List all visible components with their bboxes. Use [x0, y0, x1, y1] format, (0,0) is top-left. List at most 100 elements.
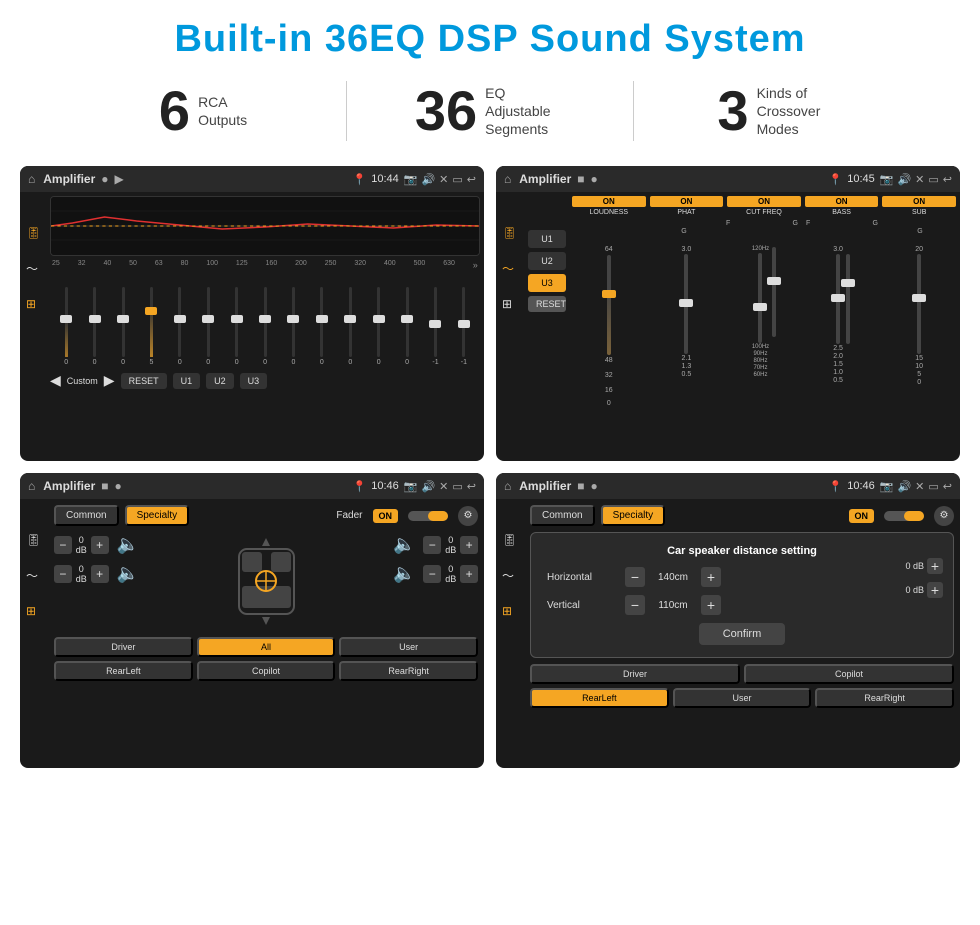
- wave-icon[interactable]: 〜: [26, 260, 41, 277]
- fader-rearleft-btn[interactable]: RearLeft: [54, 661, 193, 681]
- eq-u3-btn[interactable]: U3: [240, 373, 268, 389]
- dot-icon-7: ●: [591, 479, 598, 493]
- speaker-split-icon[interactable]: ⊞: [26, 297, 41, 311]
- fader-common-tab[interactable]: Common: [54, 505, 119, 526]
- home-icon[interactable]: ⌂: [28, 172, 35, 186]
- dist-settings-btn[interactable]: ⚙: [934, 506, 954, 526]
- fader-driver-btn[interactable]: Driver: [54, 637, 193, 657]
- dist-horizontal-row: Horizontal − 140cm +: [547, 567, 937, 587]
- speaker-split-icon-4[interactable]: ⊞: [502, 604, 517, 618]
- dist-common-tab[interactable]: Common: [530, 505, 595, 526]
- back-icon[interactable]: ↩: [467, 173, 476, 186]
- volume-icon-4[interactable]: 🔊: [897, 480, 911, 493]
- loudness-on-btn[interactable]: ON: [572, 196, 646, 207]
- dot-icon-4: ■: [101, 479, 108, 493]
- volume-icon[interactable]: 🔊: [421, 173, 435, 186]
- phat-on-btn[interactable]: ON: [650, 196, 724, 207]
- window-icon-2[interactable]: ▭: [928, 173, 938, 186]
- sub-on-btn[interactable]: ON: [882, 196, 956, 207]
- dist-toggle[interactable]: [884, 511, 924, 521]
- stat-eq: 36 EQ AdjustableSegments: [347, 83, 633, 139]
- fader-rr-plus[interactable]: +: [460, 536, 478, 554]
- cross-u1-btn[interactable]: U1: [528, 230, 566, 248]
- camera-icon-4[interactable]: 📷: [880, 480, 894, 493]
- fader-rearright-btn[interactable]: RearRight: [339, 661, 478, 681]
- cross-content: 🎚 〜 ⊞ U1 U2 U3 RESET O: [496, 192, 960, 461]
- cross-u3-btn[interactable]: U3: [528, 274, 566, 292]
- dist-horizontal-minus[interactable]: −: [625, 567, 645, 587]
- eq-reset-btn[interactable]: RESET: [121, 373, 167, 389]
- stat-rca-number: 6: [159, 83, 190, 139]
- wave-icon-3[interactable]: 〜: [26, 567, 41, 584]
- fader-user-btn[interactable]: User: [339, 637, 478, 657]
- volume-icon-2[interactable]: 🔊: [897, 173, 911, 186]
- cross-u2-btn[interactable]: U2: [528, 252, 566, 270]
- dist-vertical-plus[interactable]: +: [701, 595, 721, 615]
- dist-driver-btn[interactable]: Driver: [530, 664, 740, 684]
- home-icon-4[interactable]: ⌂: [504, 479, 511, 493]
- eq-bottom-bar: ◀ Custom ▶ RESET U1 U2 U3: [50, 372, 480, 389]
- wave-icon-4[interactable]: 〜: [502, 567, 517, 584]
- fader-all-btn[interactable]: All: [197, 637, 336, 657]
- camera-icon[interactable]: 📷: [404, 173, 418, 186]
- camera-icon-3[interactable]: 📷: [404, 480, 418, 493]
- eq-icon-4[interactable]: 🎚: [502, 533, 517, 547]
- dist-rearright-btn[interactable]: RearRight: [815, 688, 954, 708]
- close-icon-3[interactable]: ✕: [439, 480, 448, 493]
- eq-freq-labels: 25 32 40 50 63 80 100 125 160 200 250 32…: [50, 260, 480, 270]
- dist-copilot-btn[interactable]: Copilot: [744, 664, 954, 684]
- fader-rl-plus[interactable]: +: [91, 565, 109, 583]
- dist-vertical-minus[interactable]: −: [625, 595, 645, 615]
- confirm-button[interactable]: Confirm: [699, 623, 786, 645]
- dist-specialty-tab[interactable]: Specialty: [601, 505, 666, 526]
- cross-reset-btn[interactable]: RESET: [528, 296, 566, 312]
- dist-right-controls: 0 dB + 0 dB +: [905, 558, 943, 598]
- dot-icon-5: ●: [115, 479, 122, 493]
- close-icon[interactable]: ✕: [439, 173, 448, 186]
- speaker-split-icon-3[interactable]: ⊞: [26, 604, 41, 618]
- eq-prev-btn[interactable]: ◀: [50, 372, 61, 389]
- location-icon-4: 📍: [829, 480, 843, 493]
- window-icon-4[interactable]: ▭: [928, 480, 938, 493]
- fader-rrb-plus[interactable]: +: [460, 565, 478, 583]
- close-icon-4[interactable]: ✕: [915, 480, 924, 493]
- back-icon-3[interactable]: ↩: [467, 480, 476, 493]
- dist-db1-plus[interactable]: +: [927, 558, 943, 574]
- eq-next-btn[interactable]: ▶: [104, 372, 115, 389]
- fader-rrb-minus[interactable]: −: [423, 565, 441, 583]
- fader-ll-plus[interactable]: +: [91, 536, 109, 554]
- back-icon-2[interactable]: ↩: [943, 173, 952, 186]
- fader-settings-btn[interactable]: ⚙: [458, 506, 478, 526]
- dist-horizontal-plus[interactable]: +: [701, 567, 721, 587]
- bass-on-btn[interactable]: ON: [805, 196, 879, 207]
- back-icon-4[interactable]: ↩: [943, 480, 952, 493]
- camera-icon-2[interactable]: 📷: [880, 173, 894, 186]
- close-icon-2[interactable]: ✕: [915, 173, 924, 186]
- home-icon-3[interactable]: ⌂: [28, 479, 35, 493]
- fader-rr-minus[interactable]: −: [423, 536, 441, 554]
- eq-icon-3[interactable]: 🎚: [26, 533, 41, 547]
- volume-icon-3[interactable]: 🔊: [421, 480, 435, 493]
- window-icon-3[interactable]: ▭: [452, 480, 462, 493]
- eq-icon-2[interactable]: 🎚: [502, 226, 517, 240]
- fader-copilot-btn[interactable]: Copilot: [197, 661, 336, 681]
- fader-ll-minus[interactable]: −: [54, 536, 72, 554]
- speaker-split-icon-2[interactable]: ⊞: [502, 297, 517, 311]
- play-icon[interactable]: ▶: [115, 172, 124, 186]
- cutfreq-on-btn[interactable]: ON: [727, 196, 801, 207]
- fader-specialty-tab[interactable]: Specialty: [125, 505, 190, 526]
- window-icon[interactable]: ▭: [452, 173, 462, 186]
- eq-u1-btn[interactable]: U1: [173, 373, 201, 389]
- dist-rearleft-btn[interactable]: RearLeft: [530, 688, 669, 708]
- dist-user-btn[interactable]: User: [673, 688, 812, 708]
- dot-icon-2: ■: [577, 172, 584, 186]
- stat-eq-number: 36: [415, 83, 477, 139]
- dist-db2-plus[interactable]: +: [927, 582, 943, 598]
- wave-icon-2[interactable]: 〜: [502, 260, 517, 277]
- eq-u2-btn[interactable]: U2: [206, 373, 234, 389]
- fader-rl-minus[interactable]: −: [54, 565, 72, 583]
- home-icon-2[interactable]: ⌂: [504, 172, 511, 186]
- eq-icon[interactable]: 🎚: [26, 226, 41, 240]
- eq-sliders: 0 0 0 5 0: [50, 276, 480, 366]
- fader-left-bottom: − 0 dB + 🔈: [54, 563, 139, 584]
